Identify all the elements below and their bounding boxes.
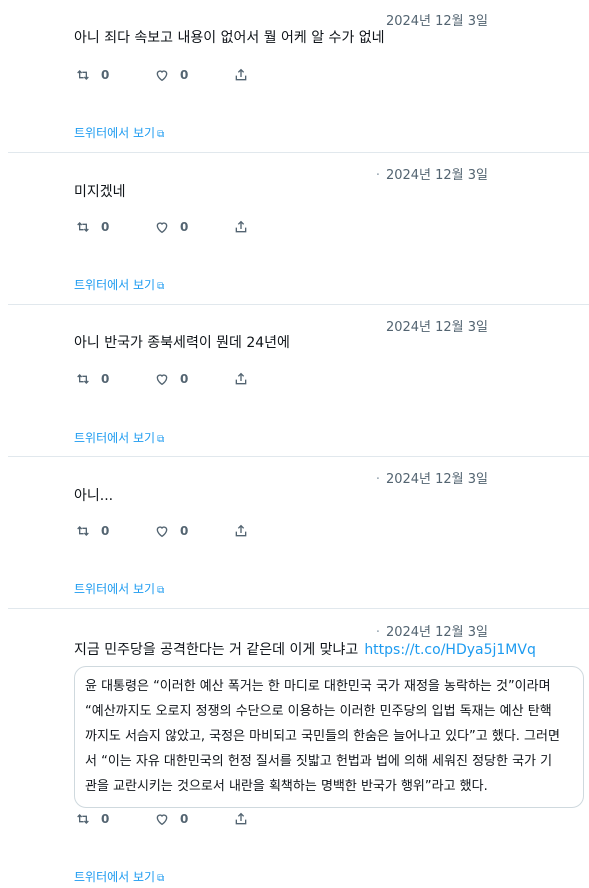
- external-link-icon: ⧉: [157, 281, 165, 292]
- tweet-date-text: 2024년 12월 3일: [385, 472, 488, 487]
- quote-line: “예산까지도 오로지 정쟁의 수단으로 이용하는 이러한 민주당의 입법 독재는…: [85, 704, 552, 719]
- like-button[interactable]: 0: [154, 65, 188, 85]
- like-button[interactable]: 0: [154, 217, 188, 237]
- divider: [8, 456, 589, 457]
- tweet-date[interactable]: · 2024년 12월 3일: [376, 468, 488, 487]
- like-count: 0: [180, 524, 189, 538]
- tweet-date[interactable]: 2024년 12월 3일: [386, 10, 488, 29]
- external-link-icon: ⧉: [157, 873, 165, 884]
- tweet-text: 아니...: [74, 488, 114, 504]
- view-label: 트위터에서 보기: [74, 431, 156, 445]
- share-button[interactable]: [233, 521, 259, 541]
- view-label: 트위터에서 보기: [74, 278, 156, 292]
- retweet-count: 0: [101, 220, 110, 234]
- share-button[interactable]: [233, 217, 259, 237]
- tweet-date[interactable]: 2024년 12월 3일: [386, 316, 488, 335]
- heart-icon: [156, 374, 168, 386]
- tweet-text: 미지겠네: [74, 184, 126, 200]
- quote-line: 까지도 서슴지 않았고, 국정은 마비되고 국민들의 한숨은 늘어나고 있다”고…: [85, 729, 560, 744]
- external-link-icon: ⧉: [157, 585, 165, 596]
- share-button[interactable]: [233, 65, 259, 85]
- retweet-count: 0: [101, 812, 110, 826]
- quote-line: 관을 교란시키는 것으로서 내란을 획책하는 명백한 반국가 행위”라고 했다.: [85, 779, 488, 794]
- retweet-icon: [77, 374, 89, 384]
- share-button[interactable]: [233, 809, 259, 829]
- tweet-date-text: 2024년 12월 3일: [385, 625, 488, 640]
- divider: [8, 608, 589, 609]
- retweet-icon: [77, 526, 89, 536]
- tweet-text: 아니 죄다 속보고 내용이 없어서 뭘 어케 알 수가 없네: [74, 30, 385, 46]
- tweet-actions: 0 0: [75, 521, 275, 541]
- share-icon: [235, 524, 247, 537]
- heart-icon: [156, 70, 168, 82]
- heart-icon: [156, 526, 168, 538]
- share-icon: [235, 812, 247, 825]
- retweet-button[interactable]: 0: [75, 369, 109, 389]
- quote-line: 서 “이는 자유 대한민국의 헌정 질서를 짓밟고 헌법과 법에 의해 세워진 …: [85, 754, 553, 769]
- tweet-actions: 0 0: [75, 217, 275, 237]
- tweet-link[interactable]: https://t.co/HDya5j1MVq: [364, 642, 536, 658]
- retweet-button[interactable]: 0: [75, 65, 109, 85]
- like-button[interactable]: 0: [154, 521, 188, 541]
- tweet-date[interactable]: · 2024년 12월 3일: [376, 621, 488, 640]
- view-label: 트위터에서 보기: [74, 126, 156, 140]
- view-on-twitter-link[interactable]: 트위터에서 보기 ⧉: [74, 124, 164, 141]
- view-on-twitter-link[interactable]: 트위터에서 보기 ⧉: [74, 429, 164, 446]
- like-count: 0: [180, 220, 189, 234]
- retweet-count: 0: [101, 68, 110, 82]
- retweet-icon: [77, 70, 89, 80]
- like-button[interactable]: 0: [154, 369, 188, 389]
- tweet-date-text: 2024년 12월 3일: [385, 168, 488, 183]
- retweet-count: 0: [101, 524, 110, 538]
- heart-icon: [156, 222, 168, 234]
- view-on-twitter-link[interactable]: 트위터에서 보기 ⧉: [74, 868, 164, 885]
- external-link-icon: ⧉: [157, 129, 165, 140]
- share-button[interactable]: [233, 369, 259, 389]
- tweet-date[interactable]: · 2024년 12월 3일: [376, 164, 488, 183]
- view-on-twitter-link[interactable]: 트위터에서 보기 ⧉: [74, 276, 164, 293]
- like-count: 0: [180, 812, 189, 826]
- like-button[interactable]: 0: [154, 809, 188, 829]
- quote-line: 윤 대통령은 “이러한 예산 폭거는 한 마디로 대한민국 국가 재정을 농락하…: [85, 679, 551, 694]
- divider: [8, 304, 589, 305]
- tweet-text: 지금 민주당을 공격한다는 거 같은데 이게 맞냐고 https://t.co/H…: [74, 639, 536, 659]
- share-icon: [235, 68, 247, 81]
- share-icon: [235, 220, 247, 233]
- tweet-actions: 0 0: [75, 65, 275, 85]
- retweet-button[interactable]: 0: [75, 809, 109, 829]
- tweet-actions: 0 0: [75, 369, 275, 389]
- retweet-button[interactable]: 0: [75, 217, 109, 237]
- tweet-text-content: 지금 민주당을 공격한다는 거 같은데 이게 맞냐고: [74, 642, 359, 658]
- share-icon: [235, 372, 247, 385]
- retweet-count: 0: [101, 372, 110, 386]
- divider: [8, 152, 589, 153]
- retweet-button[interactable]: 0: [75, 521, 109, 541]
- like-count: 0: [180, 68, 189, 82]
- like-count: 0: [180, 372, 189, 386]
- heart-icon: [156, 814, 168, 826]
- view-on-twitter-link[interactable]: 트위터에서 보기 ⧉: [74, 580, 164, 597]
- retweet-icon: [77, 222, 89, 232]
- retweet-icon: [77, 814, 89, 824]
- quoted-article[interactable]: 윤 대통령은 “이러한 예산 폭거는 한 마디로 대한민국 국가 재정을 농락하…: [74, 666, 584, 808]
- external-link-icon: ⧉: [157, 434, 165, 445]
- tweet-text: 아니 반국가 종북세력이 뭔데 24년에: [74, 335, 290, 351]
- view-label: 트위터에서 보기: [74, 870, 156, 884]
- tweet-actions: 0 0: [75, 809, 275, 829]
- view-label: 트위터에서 보기: [74, 582, 156, 596]
